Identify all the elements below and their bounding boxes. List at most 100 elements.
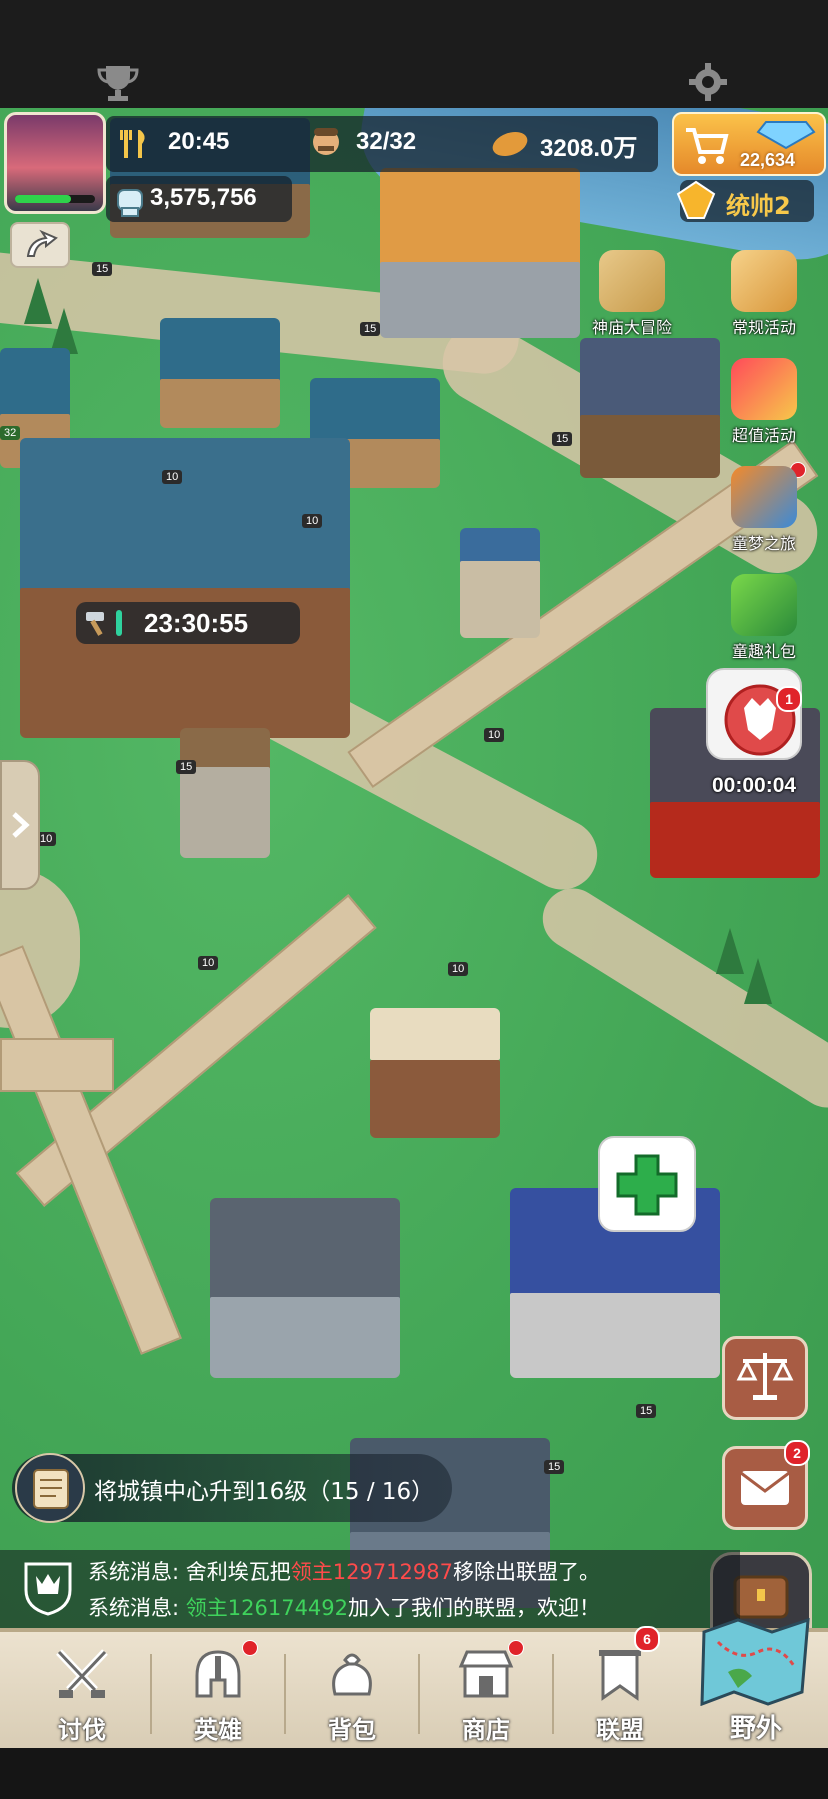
ballista-tower[interactable] — [180, 728, 270, 858]
resource-bar: 20:45 32/32 3208.0万 — [106, 116, 658, 172]
nav-crusade[interactable]: 讨伐 — [16, 1632, 148, 1752]
scroll-quest-icon — [15, 1453, 85, 1523]
level-tag: 15 — [360, 322, 381, 336]
hammer-icon — [86, 612, 104, 636]
upgrade-arrow-button[interactable] — [10, 222, 70, 268]
build-timer-text: 23:30:55 — [144, 608, 249, 638]
bread-value: 3208.0万 — [540, 135, 638, 162]
bottom-nav: 讨伐 英雄 背包 商店 联盟 6 野外 — [0, 1617, 828, 1752]
dragon-gift-icon — [731, 574, 797, 636]
heal-bubble[interactable] — [598, 1136, 696, 1232]
side-panel-toggle[interactable] — [0, 760, 40, 890]
notification-dot — [508, 1640, 524, 1656]
event-label: 超值活动 — [731, 426, 796, 445]
nav-wild[interactable]: 野外 — [690, 1617, 822, 1752]
event-label: 神庙大冒险 — [591, 318, 672, 337]
power-value: 3,575,756 — [150, 184, 257, 211]
chat-line: 系统消息: 舍利埃瓦把领主129712987移除出联盟了。 — [88, 1556, 600, 1586]
chat-prefix: 系统消息: — [88, 1596, 186, 1620]
scroll-icon — [731, 250, 797, 312]
alliance-badge: 6 — [634, 1626, 660, 1652]
level-tag: 15 — [176, 760, 197, 774]
road — [531, 877, 828, 1119]
shop-icon — [458, 1650, 514, 1698]
nav-label: 英雄 — [194, 1716, 242, 1744]
nav-label: 背包 — [328, 1716, 376, 1744]
event-label: 常规活动 — [731, 318, 796, 337]
level-tag: 10 — [448, 962, 469, 976]
treasure-map-icon — [599, 250, 665, 312]
event-regular-activity[interactable]: 常规活动 — [716, 250, 812, 338]
city-map[interactable]: 15 15 15 10 10 15 10 10 10 15 32 15 10 2… — [0, 108, 828, 1628]
nav-label: 商店 — [462, 1716, 510, 1744]
level-tag: 32 — [0, 426, 21, 440]
chat-player-name[interactable]: 领主126174492 — [186, 1596, 348, 1620]
nav-shop[interactable]: 商店 — [420, 1632, 552, 1752]
cannon-tower[interactable] — [460, 528, 540, 638]
attack-timer: 00:00:04 — [712, 774, 797, 797]
event-value-activity[interactable]: 超值活动 — [716, 358, 812, 446]
chat-panel[interactable]: 系统消息: 舍利埃瓦把领主129712987移除出联盟了。 系统消息: 领主12… — [0, 1550, 740, 1628]
bread-icon — [492, 131, 528, 157]
level-tag: 15 — [552, 432, 573, 446]
banner-icon — [599, 1650, 641, 1701]
commander-button[interactable]: 统帅2 — [676, 180, 814, 222]
event-label: 童梦之旅 — [731, 534, 796, 553]
chat-suffix: 移除出联盟了。 — [453, 1560, 600, 1584]
chat-player-name[interactable]: 领主129712987 — [291, 1560, 453, 1584]
bag-icon — [332, 1653, 372, 1696]
carousel-icon — [731, 466, 797, 528]
tree — [744, 958, 772, 1004]
nav-heroes[interactable]: 英雄 — [152, 1632, 284, 1752]
fist-icon — [117, 189, 143, 217]
commander-label: 统帅2 — [726, 192, 791, 220]
workshop-building[interactable] — [380, 168, 580, 338]
cart-icon — [686, 128, 729, 164]
house-building[interactable] — [160, 318, 280, 428]
forge-building[interactable] — [580, 338, 720, 478]
attack-alert-button[interactable] — [706, 668, 802, 760]
level-tag: 15 — [92, 262, 113, 276]
town-center-building[interactable] — [20, 438, 350, 738]
tree — [24, 278, 52, 324]
event-temple-adventure[interactable]: 神庙大冒险 — [584, 250, 680, 338]
event-label: 童趣礼包 — [731, 642, 796, 661]
chat-prefix: 系统消息: 舍利埃瓦把 — [88, 1560, 291, 1584]
alliance-shield-icon — [24, 1562, 72, 1616]
system-bottom-bar — [0, 1748, 828, 1799]
gift-icon — [731, 358, 797, 420]
commander-badge-icon — [676, 180, 716, 219]
nav-label: 野外 — [729, 1714, 782, 1744]
level-tag: 10 — [484, 728, 505, 742]
justice-button[interactable] — [722, 1336, 808, 1420]
avatar[interactable] — [4, 112, 106, 214]
top-bar — [0, 0, 828, 108]
trophy-icon[interactable] — [96, 62, 140, 102]
event-fun-gift[interactable]: 童趣礼包 — [716, 574, 812, 662]
level-tag: 10 — [198, 956, 219, 970]
gear-icon[interactable] — [688, 62, 728, 102]
cart-workshop[interactable] — [370, 1008, 500, 1138]
gems-value: 22,634 — [740, 150, 796, 170]
scales-icon — [736, 1353, 794, 1400]
fork-knife-icon — [120, 130, 145, 158]
quest-text: 将城镇中心升到16级（15 / 16） — [94, 1479, 435, 1505]
attack-badge: 1 — [776, 686, 802, 712]
nav-alliance[interactable]: 联盟 — [554, 1632, 686, 1752]
nav-bag[interactable]: 背包 — [286, 1632, 418, 1752]
quest-banner[interactable]: 将城镇中心升到16级（15 / 16） — [12, 1453, 452, 1523]
shop-gems-button[interactable]: 22,634 — [672, 112, 826, 176]
gem-icon — [756, 121, 816, 150]
level-tag: 10 — [162, 470, 183, 484]
city-wall — [0, 1038, 114, 1092]
crossed-swords-icon — [56, 1649, 108, 1698]
helmet-icon — [195, 1650, 241, 1698]
event-dream-journey[interactable]: 童梦之旅 — [716, 466, 812, 554]
build-timer[interactable]: 23:30:55 — [76, 602, 300, 644]
market-building[interactable] — [210, 1198, 400, 1378]
plus-icon — [616, 1154, 678, 1216]
arrow-up-icon — [26, 229, 58, 257]
worker-icon — [313, 128, 339, 155]
chat-suffix: 加入了我们的联盟，欢迎！ — [348, 1596, 601, 1620]
tree — [716, 928, 744, 974]
